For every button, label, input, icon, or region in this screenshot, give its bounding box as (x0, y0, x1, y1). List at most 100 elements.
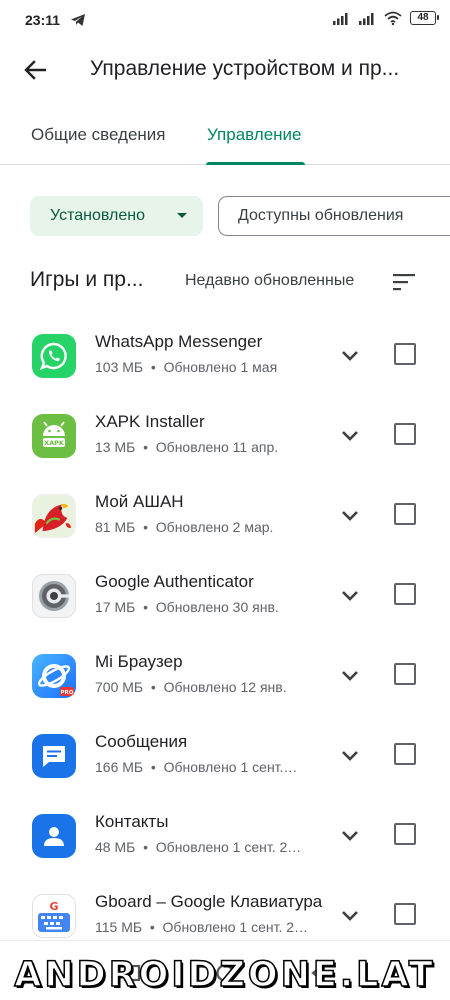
app-name: Контакты (95, 812, 169, 831)
app-checkbox[interactable] (394, 423, 416, 445)
wifi-icon (384, 11, 402, 25)
meta-separator: • (143, 439, 148, 455)
app-bar: Управление устройством и пр... (0, 42, 450, 98)
meta-separator: • (150, 759, 156, 775)
chevron-down-icon[interactable] (338, 424, 362, 448)
meta-separator: • (143, 519, 148, 535)
app-size: 13 МБ (95, 439, 136, 455)
app-meta: 81 МБ • Обновлено 2 мар. (95, 519, 325, 535)
meta-separator: • (143, 839, 148, 855)
app-row[interactable]: Контакты 48 МБ • Обновлено 1 сент. 2… (0, 794, 450, 874)
app-meta: 48 МБ • Обновлено 1 сент. 2… (95, 839, 325, 855)
back-button[interactable] (20, 56, 50, 84)
app-size: 103 МБ (95, 359, 144, 375)
whatsapp-icon (32, 334, 76, 378)
app-updated: Обновлено 12 янв. (163, 679, 287, 695)
authenticator-icon (32, 574, 76, 618)
app-checkbox[interactable] (394, 903, 416, 925)
section-title: Игры и пр... (30, 268, 144, 291)
sort-icon[interactable] (393, 272, 417, 292)
app-updated: Обновлено 30 янв. (155, 599, 279, 615)
signal-icon (333, 13, 348, 25)
app-row[interactable]: Сообщения 166 МБ • Обновлено 1 сент.… (0, 714, 450, 794)
section-header: Игры и пр... Недавно обновленные (0, 262, 450, 302)
chevron-down-icon[interactable] (338, 904, 362, 928)
app-checkbox[interactable] (394, 343, 416, 365)
app-name: XAPK Installer (95, 412, 205, 431)
status-time: 23:11 (25, 12, 61, 28)
messages-icon (32, 734, 76, 778)
watermark: ANDROIDZONE.LAT (14, 954, 436, 996)
sort-label[interactable]: Недавно обновленные (185, 272, 354, 290)
app-meta: 103 МБ • Обновлено 1 мая (95, 359, 325, 375)
app-updated: Обновлено 1 сент.… (163, 759, 298, 775)
app-checkbox[interactable] (394, 663, 416, 685)
arrow-back-icon (24, 60, 46, 80)
xapk-installer-icon: XAPK (32, 414, 76, 458)
app-name: Мой АШАН (95, 492, 184, 511)
gboard-icon: G (32, 894, 76, 938)
app-name: WhatsApp Messenger (95, 332, 263, 351)
app-size: 81 МБ (95, 519, 136, 535)
updates-available-label: Доступны обновления (238, 207, 404, 224)
battery-icon: 48 (410, 11, 439, 25)
chevron-down-icon[interactable] (338, 744, 362, 768)
meta-separator: • (150, 359, 156, 375)
status-bar: 23:11 48 (0, 0, 450, 42)
installed-filter-chip[interactable]: Установлено (30, 196, 203, 236)
app-updated: Обновлено 1 сент. 2… (162, 919, 309, 935)
app-row[interactable]: XAPK XAPK Installer 13 МБ • Обновлено 11… (0, 394, 450, 474)
chevron-down-icon[interactable] (338, 344, 362, 368)
app-meta: 17 МБ • Обновлено 30 янв. (95, 599, 325, 615)
app-updated: Обновлено 1 сент. 2… (155, 839, 302, 855)
contacts-icon (32, 814, 76, 858)
installed-filter-label: Установлено (50, 207, 145, 224)
app-checkbox[interactable] (394, 743, 416, 765)
tab-active-indicator (206, 162, 305, 165)
app-row[interactable]: WhatsApp Messenger 103 МБ • Обновлено 1 … (0, 314, 450, 394)
app-updated: Обновлено 2 мар. (155, 519, 274, 535)
app-row[interactable]: PRO Mi Браузер 700 МБ • Обновлено 12 янв… (0, 634, 450, 714)
app-checkbox[interactable] (394, 583, 416, 605)
meta-separator: • (149, 919, 155, 935)
app-meta: 700 МБ • Обновлено 12 янв. (95, 679, 325, 695)
dropdown-caret-icon (177, 213, 187, 218)
app-meta: 166 МБ • Обновлено 1 сент.… (95, 759, 325, 775)
app-name: Google Authenticator (95, 572, 254, 591)
tab-manage[interactable]: Управление (207, 125, 302, 145)
svg-text:PRO: PRO (61, 690, 74, 696)
meta-separator: • (150, 679, 156, 695)
app-size: 48 МБ (95, 839, 136, 855)
app-updated: Обновлено 11 апр. (155, 439, 279, 455)
svg-text:XAPK: XAPK (44, 439, 65, 447)
svg-text:G: G (49, 900, 58, 913)
app-name: Mi Браузер (95, 652, 183, 671)
app-size: 166 МБ (95, 759, 144, 775)
app-row[interactable]: Мой АШАН 81 МБ • Обновлено 2 мар. (0, 474, 450, 554)
chevron-down-icon[interactable] (338, 584, 362, 608)
auchan-icon (32, 494, 76, 538)
app-name: Сообщения (95, 732, 188, 751)
app-name: Gboard – Google Клавиатура (95, 892, 323, 911)
status-icons: 48 (332, 11, 439, 25)
updates-available-chip[interactable]: Доступны обновления (218, 196, 450, 236)
app-size: 115 МБ (95, 919, 143, 935)
chevron-down-icon[interactable] (338, 664, 362, 688)
page-title: Управление устройством и пр... (90, 57, 400, 80)
app-size: 700 МБ (95, 679, 144, 695)
meta-separator: • (143, 599, 148, 615)
app-size: 17 МБ (95, 599, 136, 615)
mi-browser-icon: PRO (32, 654, 76, 698)
app-updated: Обновлено 1 мая (163, 359, 278, 375)
app-row[interactable]: Google Authenticator 17 МБ • Обновлено 3… (0, 554, 450, 634)
chevron-down-icon[interactable] (338, 824, 362, 848)
telegram-icon (71, 14, 85, 26)
tab-bar: Общие сведения Управление (0, 110, 450, 165)
chevron-down-icon[interactable] (338, 504, 362, 528)
signal-icon (359, 13, 374, 25)
app-meta: 115 МБ • Обновлено 1 сент. 2… (95, 919, 325, 935)
app-checkbox[interactable] (394, 823, 416, 845)
app-checkbox[interactable] (394, 503, 416, 525)
tab-overview[interactable]: Общие сведения (31, 125, 166, 145)
app-meta: 13 МБ • Обновлено 11 апр. (95, 439, 325, 455)
